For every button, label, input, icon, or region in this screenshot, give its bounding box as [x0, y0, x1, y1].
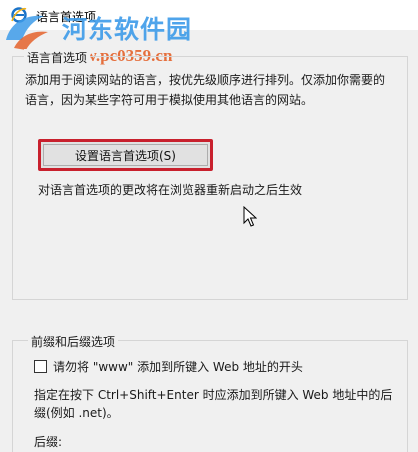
www-checkbox-label[interactable]: 请勿将 "www" 添加到所键入 Web 地址的开头	[53, 358, 303, 375]
watermark-name: 河东软件园	[62, 15, 193, 44]
suffix-hint-line-1: 指定在按下 Ctrl+Shift+Enter 时应添加到所键入 Web 地址中的…	[34, 388, 393, 402]
language-group-legend: 语言首选项	[24, 49, 91, 66]
prefix-group-legend: 前缀和后缀选项	[28, 333, 119, 350]
mouse-cursor-icon	[243, 206, 257, 227]
language-description-line-2: 语言，因为某些字符可用于模拟使用其他语言的网站。	[25, 93, 314, 107]
www-checkbox-row[interactable]: 请勿将 "www" 添加到所键入 Web 地址的开头	[34, 358, 303, 375]
language-description-line-1: 添加用于阅读网站的语言，按优先级顺序进行排列。仅添加你需要的	[25, 73, 386, 87]
suffix-label: 后缀:	[34, 435, 63, 449]
suffix-hint-line-2: 缀(例如 .net)。	[34, 406, 119, 420]
restart-note: 对语言首选项的更改将在浏览器重新启动之后生效	[38, 183, 303, 197]
www-checkbox[interactable]	[34, 360, 47, 373]
button-label: 设置语言首选项(S)	[75, 148, 176, 163]
set-language-preferences-button[interactable]: 设置语言首选项(S)	[38, 139, 213, 171]
